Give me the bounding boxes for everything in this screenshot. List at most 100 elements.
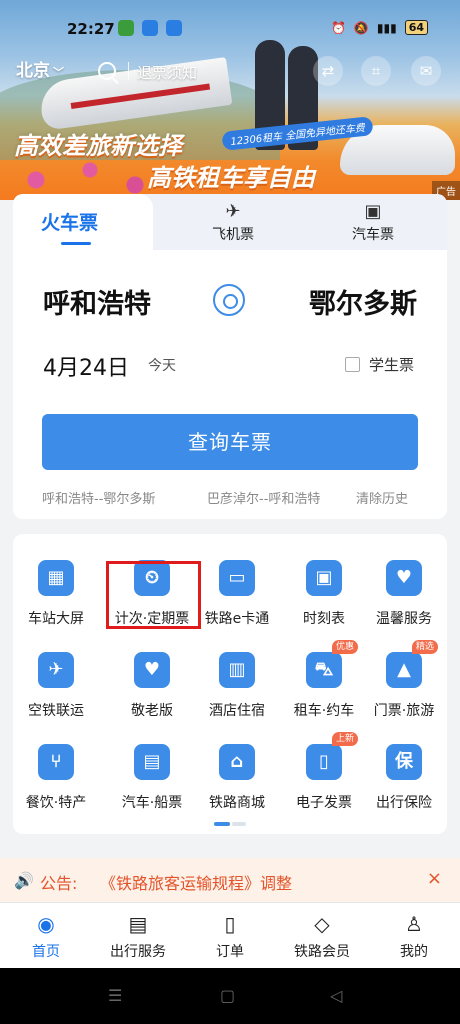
nav-membership[interactable]: ◇ 铁路会员: [276, 911, 368, 961]
plane-train-icon: ✈: [38, 652, 74, 688]
arrival-station[interactable]: 鄂尔多斯: [309, 282, 417, 321]
tab-train[interactable]: 火车票: [13, 194, 153, 252]
tab-flight-label: 飞机票: [212, 227, 254, 243]
close-icon[interactable]: ×: [427, 868, 442, 889]
menu-icon[interactable]: ☰: [108, 986, 122, 1005]
highlight-box: [106, 561, 201, 629]
nav-travel-services[interactable]: ▤ 出行服务: [92, 911, 184, 961]
notice-label: 公告:: [40, 874, 78, 893]
invoice-icon: ▯ 上新: [306, 732, 358, 780]
app-icon: [142, 20, 158, 36]
service-label: 酒店住宿: [209, 703, 265, 719]
service-label: 敬老版: [131, 703, 173, 719]
clear-history-button[interactable]: 清除历史: [356, 488, 408, 507]
service-item[interactable]: ⑂ 餐饮·特产: [8, 744, 104, 812]
calendar-icon: ▦: [38, 560, 74, 596]
nav-label: 出行服务: [110, 944, 166, 960]
chevron-down-icon: ﹀: [53, 66, 64, 79]
status-bar: 22:27 ⏰ 🔕 ▮▮▮ 64: [0, 0, 460, 50]
service-badge: 优惠: [331, 640, 358, 654]
query-tickets-button[interactable]: 查询车票: [42, 414, 418, 470]
notice-bar[interactable]: 🔊 公告: 《铁路旅客运输规程》调整 ×: [0, 858, 460, 902]
mute-icon: 🔕: [353, 20, 369, 35]
history-item[interactable]: 巴彦淖尔--呼和浩特: [207, 488, 320, 507]
banner-slogan-1: 高效差旅新选择: [14, 132, 182, 160]
bus-icon: ▣: [364, 201, 382, 222]
top-bar: 北京 ﹀ 退票须知 ⇄ ⌗ ✉: [0, 54, 460, 94]
heart-book-icon: ♥: [386, 560, 422, 596]
user-icon: ♙: [405, 912, 423, 936]
service-item[interactable]: ▲ 精选门票·旅游: [356, 640, 452, 720]
tab-flight[interactable]: ✈ 飞机票: [203, 202, 263, 244]
home-icon: ◉: [37, 912, 55, 936]
service-item[interactable]: ▦ 车站大屏: [8, 560, 104, 628]
home-square-icon[interactable]: ▢: [220, 986, 235, 1005]
nav-label: 铁路会员: [294, 944, 350, 960]
luggage-icon: ▤: [128, 912, 148, 936]
service-item[interactable]: ♥ 温馨服务: [356, 560, 452, 628]
service-item[interactable]: ▤ 汽车·船票: [104, 744, 200, 812]
battery-icon: 64: [404, 20, 428, 35]
service-item[interactable]: ♥ 敬老版: [104, 652, 200, 720]
service-label: 餐饮·特产: [25, 795, 87, 811]
departure-date[interactable]: 4月24日: [43, 350, 129, 382]
banner-slogan-2: 高铁租车享自由: [147, 164, 315, 192]
history-item[interactable]: 呼和浩特--鄂尔多斯: [42, 488, 155, 507]
departure-station[interactable]: 呼和浩特: [43, 282, 151, 321]
signal-icon: ▮▮▮: [376, 20, 397, 35]
service-label: 温馨服务: [376, 611, 432, 627]
search-divider: [128, 62, 129, 80]
alarm-icon: ⏰: [330, 20, 346, 35]
back-icon[interactable]: ◁: [330, 986, 342, 1005]
swap-icon[interactable]: ⇄: [313, 56, 343, 86]
shield-icon: 保: [386, 744, 422, 780]
status-right: ⏰ 🔕 ▮▮▮ 64: [331, 20, 428, 35]
shop-icon: ⌂: [219, 744, 255, 780]
service-label: 空铁联运: [28, 703, 84, 719]
status-time: 22:27: [67, 20, 115, 38]
mountain-icon: ▲ 精选: [386, 640, 438, 688]
tab-train-label: 火车票: [41, 212, 99, 234]
car-icon: ⛍ 优惠: [306, 640, 358, 688]
service-label: 车站大屏: [28, 611, 84, 627]
nav-profile[interactable]: ♙ 我的: [368, 911, 460, 961]
scan-icon[interactable]: ⌗: [361, 56, 391, 86]
message-icon[interactable]: ✉: [411, 56, 441, 86]
student-checkbox[interactable]: [345, 357, 360, 372]
service-label: 汽车·船票: [121, 795, 183, 811]
service-label: 门票·旅游: [373, 703, 435, 719]
ticket-tabs: 火车票 ✈ 飞机票 ▣ 汽车票: [13, 194, 447, 252]
tab-indicator: [61, 242, 91, 245]
nav-orders[interactable]: ▯ 订单: [184, 911, 276, 961]
service-item[interactable]: 保出行保险: [356, 744, 452, 812]
service-badge: 精选: [411, 640, 438, 654]
student-label[interactable]: 学生票: [369, 354, 414, 375]
plane-icon: ✈: [225, 201, 241, 222]
building-icon: ▥: [219, 652, 255, 688]
nav-label: 我的: [400, 944, 428, 960]
page-dot-active: [214, 822, 230, 826]
search-input[interactable]: 退票须知: [137, 62, 197, 83]
service-label: 铁路e卡通: [204, 611, 270, 627]
service-item[interactable]: ⌂ 铁路商城: [189, 744, 285, 812]
tab-bus[interactable]: ▣ 汽车票: [343, 202, 403, 244]
diamond-icon: ◇: [314, 912, 330, 936]
wechat-icon: [118, 20, 134, 36]
bus-icon: ▤: [134, 744, 170, 780]
search-icon[interactable]: [98, 62, 116, 80]
page-dot: [232, 822, 246, 826]
nav-label: 订单: [216, 944, 244, 960]
city-selector[interactable]: 北京 ﹀: [16, 56, 64, 81]
nav-label: 首页: [32, 944, 60, 960]
service-item[interactable]: ✈ 空铁联运: [8, 652, 104, 720]
nav-home[interactable]: ◉ 首页: [0, 911, 92, 961]
service-item[interactable]: ▭ 铁路e卡通: [189, 560, 285, 628]
train-front-icon: ▣: [306, 560, 342, 596]
cutlery-icon: ⑂: [38, 744, 74, 780]
tab-bus-label: 汽车票: [352, 227, 394, 243]
date-weekday: 今天: [148, 358, 176, 374]
service-item[interactable]: ▥ 酒店住宿: [189, 652, 285, 720]
notice-text[interactable]: 《铁路旅客运输规程》调整: [100, 870, 292, 894]
swap-stations-icon[interactable]: [213, 284, 245, 316]
city-label: 北京: [16, 61, 50, 81]
